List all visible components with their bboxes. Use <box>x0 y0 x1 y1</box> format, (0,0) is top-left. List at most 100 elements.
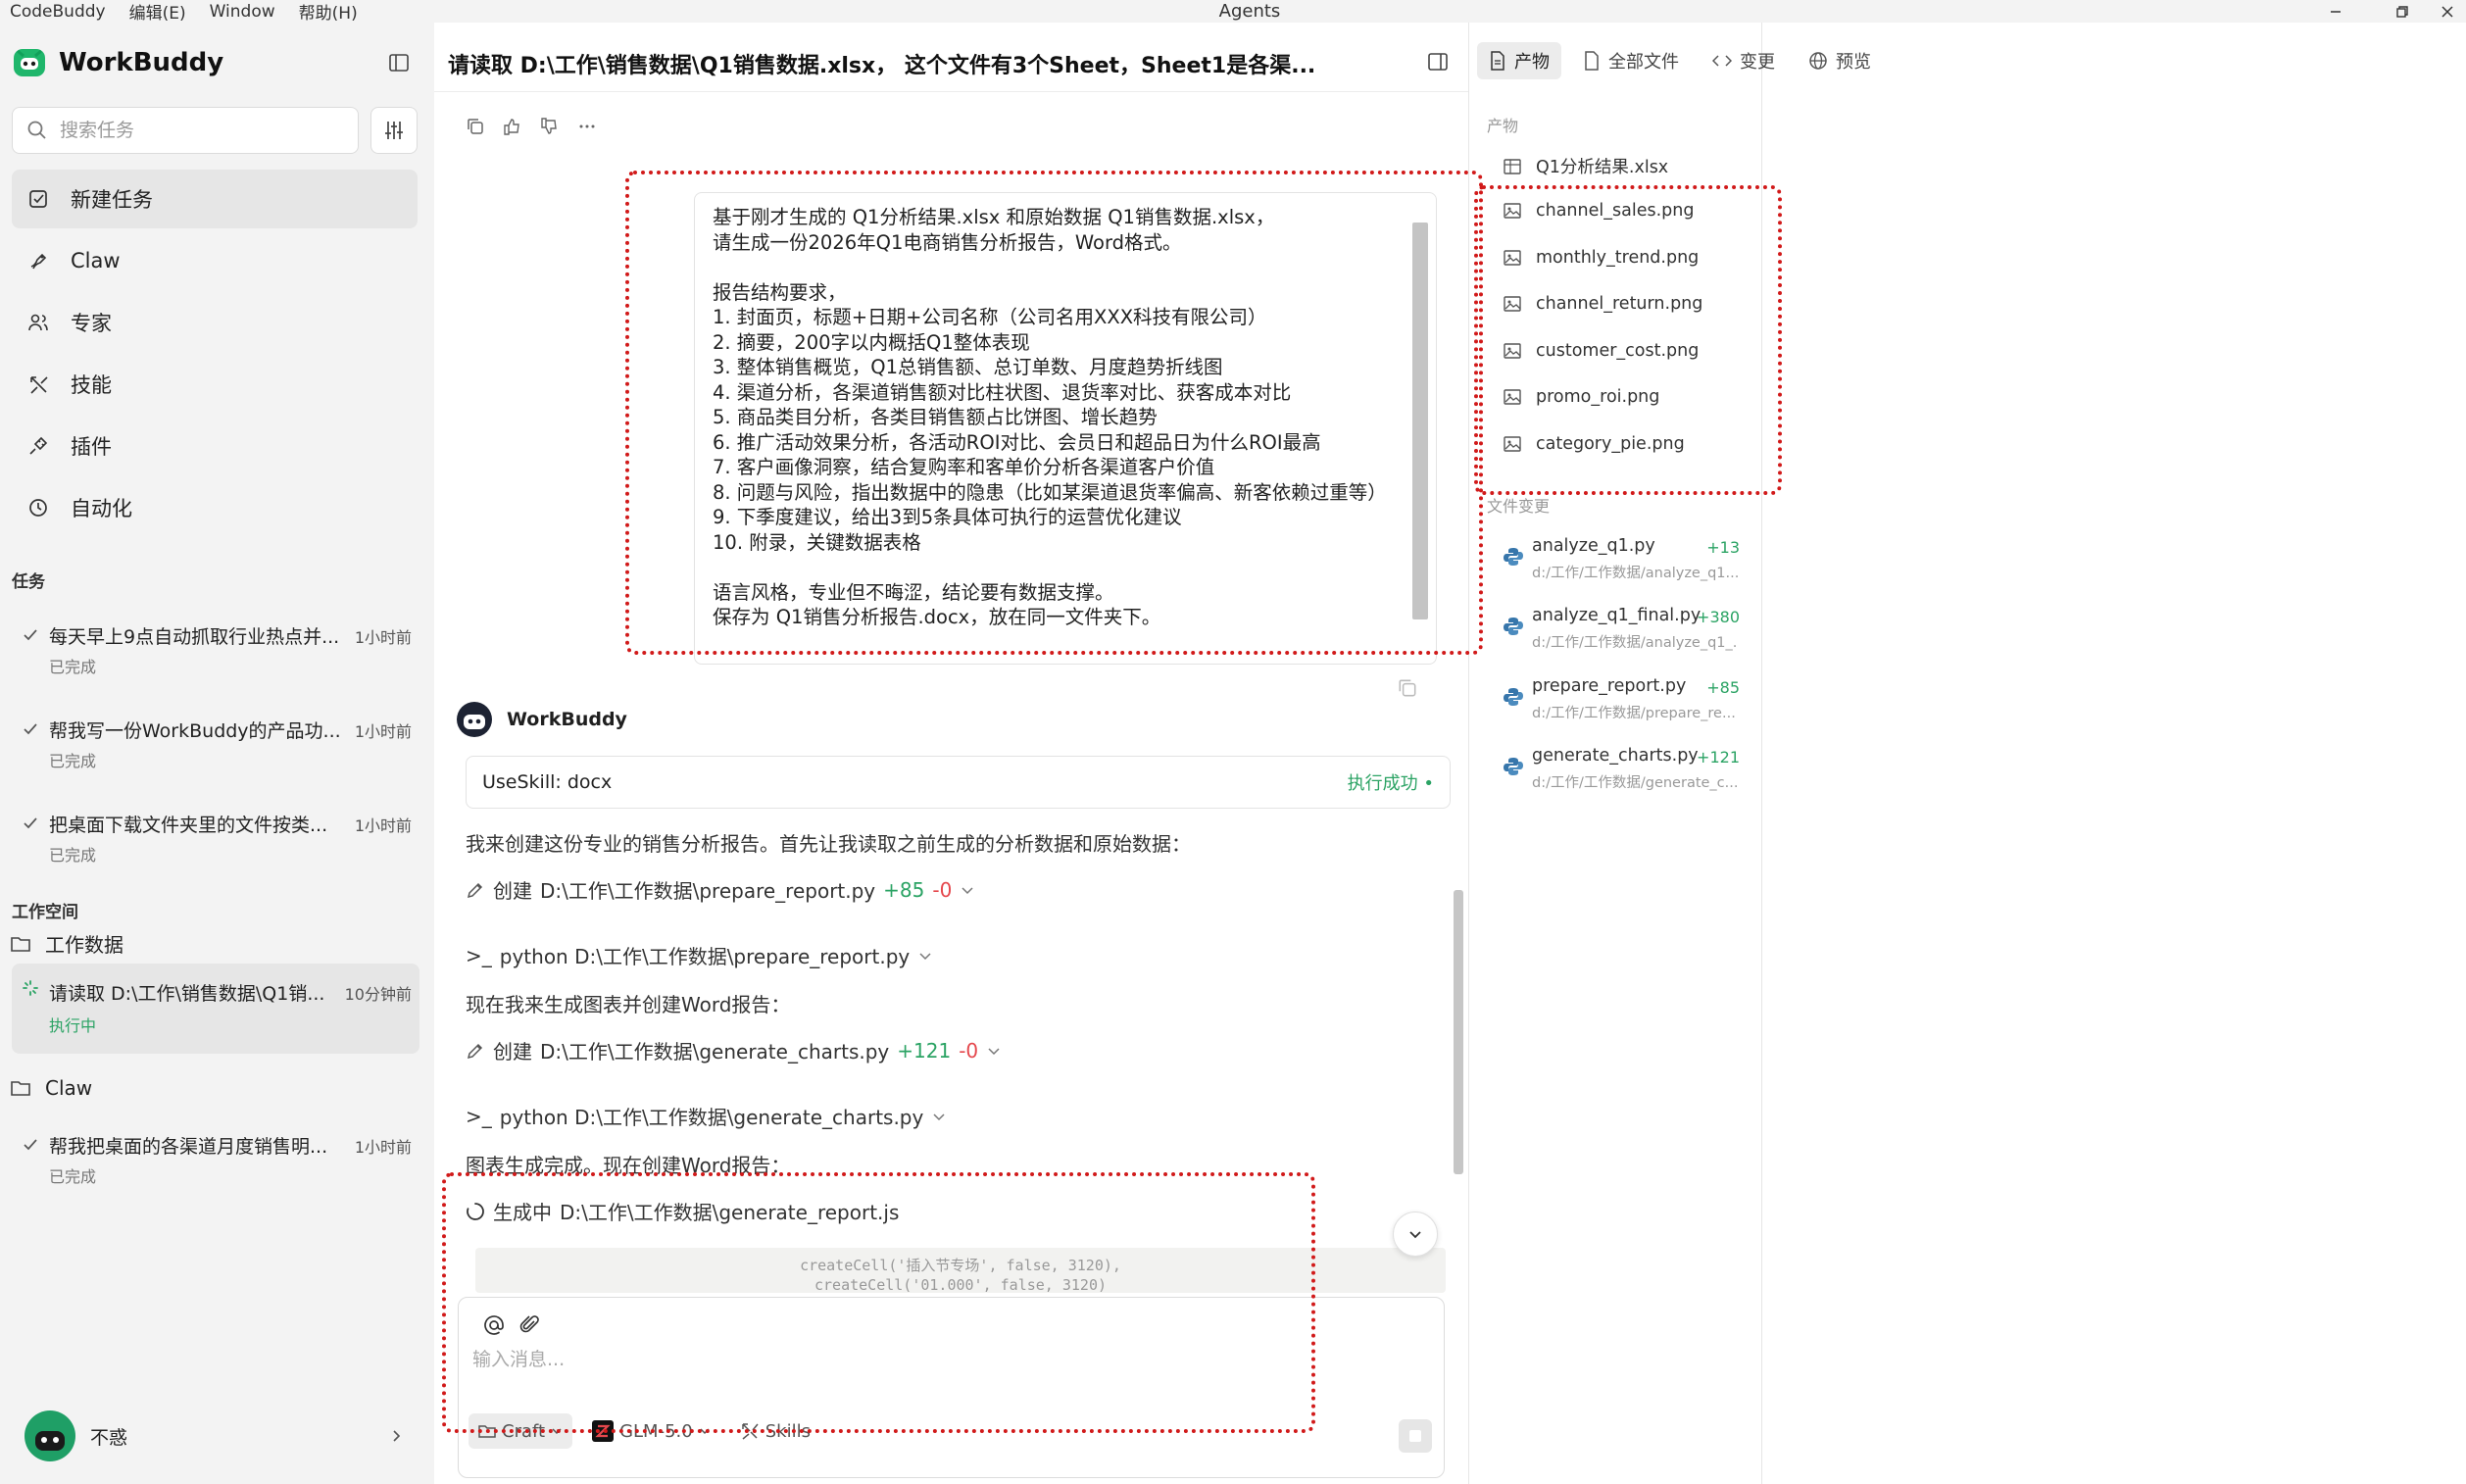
thumbs-up-icon[interactable] <box>503 117 522 136</box>
bot-name: WorkBuddy <box>507 709 627 730</box>
changed-file[interactable]: analyze_q1_final.py +380 d:/工作/工作数据/anal… <box>1503 606 1757 670</box>
model-selector[interactable]: GLM-5.0 <box>582 1413 720 1449</box>
nav-new-task[interactable]: 新建任务 <box>12 170 418 228</box>
claw-icon <box>27 250 49 272</box>
scrollbar[interactable] <box>1412 223 1428 619</box>
task-item[interactable]: 帮我写一份WorkBuddy的产品功... 1小时前 已完成 <box>12 705 419 783</box>
artifact-file[interactable]: monthly_trend.png <box>1503 248 1699 268</box>
lines-added: +13 <box>1706 538 1740 557</box>
nav-experts[interactable]: 专家 <box>12 293 418 352</box>
lines-added: +380 <box>1697 608 1740 626</box>
bot-text: 图表生成完成。现在创建Word报告： <box>466 1154 791 1177</box>
step-prefix: 生成中 <box>493 1201 552 1224</box>
artifacts-section-label: 产物 <box>1487 117 1519 135</box>
changed-file[interactable]: generate_charts.py +121 d:/工作/工作数据/gener… <box>1503 746 1757 811</box>
step-prefix: 创建 <box>493 879 532 903</box>
mode-label: Craft <box>502 1420 546 1442</box>
composer-toolbar: Craft GLM-5.0 Skills <box>469 1413 820 1449</box>
step-path: D:\工作\工作数据\prepare_report.py <box>540 879 876 903</box>
menu-bar: CodeBuddy 编辑(E) Window 帮助(H) <box>10 0 358 25</box>
code-line: createCell('01.000', false, 3120) <box>814 1276 1107 1293</box>
restore-icon[interactable] <box>2392 2 2412 22</box>
message-input[interactable] <box>472 1345 1355 1384</box>
file-create-step[interactable]: 创建 D:\工作\工作数据\prepare_report.py +85 -0 <box>466 875 975 904</box>
task-time: 1小时前 <box>354 722 412 741</box>
sidebar-toggle-icon[interactable] <box>387 51 411 74</box>
nav-skills[interactable]: 技能 <box>12 355 418 414</box>
file-name: channel_sales.png <box>1536 201 1695 221</box>
skills-button[interactable]: Skills <box>730 1413 820 1449</box>
workspace-folder[interactable]: 工作数据 <box>10 929 123 958</box>
terminal-icon: >_ <box>466 1104 492 1128</box>
scroll-to-bottom-button[interactable] <box>1393 1212 1438 1257</box>
menu-window[interactable]: Window <box>210 2 275 22</box>
attach-icon[interactable] <box>518 1313 541 1337</box>
nav-plugins[interactable]: 插件 <box>12 417 418 475</box>
changed-file[interactable]: prepare_report.py +85 d:/工作/工作数据/prepare… <box>1503 676 1757 741</box>
command-step[interactable]: >_ python D:\工作\工作数据\prepare_report.py <box>466 941 933 969</box>
code-icon <box>1712 53 1732 69</box>
nav-label: Claw <box>71 249 121 272</box>
nav-claw[interactable]: Claw <box>12 231 418 290</box>
task-item[interactable]: 每天早上9点自动抓取行业热点并... 1小时前 已完成 <box>12 611 419 689</box>
claw-folder[interactable]: Claw <box>10 1076 92 1100</box>
nav-automation[interactable]: 自动化 <box>12 478 418 537</box>
copy-icon[interactable] <box>466 117 485 136</box>
copy-icon[interactable] <box>1397 677 1418 699</box>
spreadsheet-icon <box>1503 157 1522 176</box>
artifact-file[interactable]: channel_return.png <box>1503 294 1702 314</box>
generating-step: 生成中 D:\工作\工作数据\generate_report.js <box>466 1197 899 1225</box>
filter-button[interactable] <box>370 107 418 154</box>
chevron-down-icon <box>1406 1224 1425 1244</box>
file-name: Q1分析结果.xlsx <box>1536 158 1669 177</box>
user-profile[interactable]: 不惑 <box>24 1410 127 1462</box>
user-message-text: 基于刚才生成的 Q1分析结果.xlsx 和原始数据 Q1销售数据.xlsx， 请… <box>713 206 1387 628</box>
menu-help[interactable]: 帮助(H) <box>299 0 358 24</box>
file-create-step[interactable]: 创建 D:\工作\工作数据\generate_charts.py +121 -0 <box>466 1036 1002 1064</box>
tab-artifacts[interactable]: 产物 <box>1477 42 1561 79</box>
menu-edit[interactable]: 编辑(E) <box>129 0 186 24</box>
artifact-file[interactable]: promo_roi.png <box>1503 387 1659 407</box>
chevron-right-icon[interactable] <box>388 1428 404 1444</box>
thumbs-down-icon[interactable] <box>540 117 560 136</box>
brand-name: WorkBuddy <box>59 48 224 77</box>
task-title: 帮我把桌面的各渠道月度销售明... <box>49 1136 328 1158</box>
tab-changes[interactable]: 变更 <box>1701 42 1787 79</box>
tab-all-files[interactable]: 全部文件 <box>1571 42 1691 79</box>
file-name: analyze_q1_final.py <box>1532 606 1702 625</box>
minimize-icon[interactable] <box>2326 2 2345 22</box>
chat-scrollbar[interactable] <box>1454 890 1463 1174</box>
file-path: d:/工作/工作数据/analyze_q1_... <box>1532 635 1738 651</box>
new-task-icon <box>27 188 49 210</box>
stop-button[interactable] <box>1399 1419 1432 1453</box>
changed-file[interactable]: analyze_q1.py +13 d:/工作/工作数据/analyze_q1.… <box>1503 536 1757 601</box>
task-status: 已完成 <box>49 1167 97 1186</box>
chevron-down-icon <box>551 1425 563 1437</box>
artifact-file[interactable]: category_pie.png <box>1503 434 1685 454</box>
command-step[interactable]: >_ python D:\工作\工作数据\generate_charts.py <box>466 1102 947 1130</box>
close-icon[interactable] <box>2438 2 2457 22</box>
panel-toggle-icon[interactable] <box>1426 50 1450 74</box>
file-path: d:/工作/工作数据/prepare_re... <box>1532 706 1736 721</box>
more-icon[interactable] <box>577 117 597 136</box>
task-item[interactable]: 把桌面下载文件夹里的文件按类... 1小时前 已完成 <box>12 799 419 877</box>
artifact-file[interactable]: Q1分析结果.xlsx <box>1503 154 1668 178</box>
mode-selector[interactable]: Craft <box>469 1413 573 1449</box>
step-command: python D:\工作\工作数据\generate_charts.py <box>499 1106 924 1129</box>
task-title: 每天早上9点自动抓取行业热点并... <box>49 626 340 648</box>
menu-codebuddy[interactable]: CodeBuddy <box>10 2 106 22</box>
artifact-file[interactable]: channel_sales.png <box>1503 201 1694 221</box>
skill-card[interactable]: UseSkill: docx 执行成功 • <box>466 756 1451 809</box>
search-input[interactable] <box>60 120 344 141</box>
lines-added: +121 <box>897 1038 952 1063</box>
task-item-active[interactable]: 请读取 D:\工作\销售数据\Q1销... 10分钟前 执行中 <box>12 964 419 1054</box>
tab-label: 产物 <box>1514 52 1550 73</box>
mention-icon[interactable] <box>482 1313 506 1337</box>
task-item[interactable]: 帮我把桌面的各渠道月度销售明... 1小时前 已完成 <box>12 1120 419 1199</box>
artifact-file[interactable]: customer_cost.png <box>1503 341 1699 361</box>
user-name: 不惑 <box>90 1426 128 1449</box>
message-actions <box>466 117 597 136</box>
tab-preview[interactable]: 预览 <box>1797 42 1883 79</box>
nav-label: 插件 <box>71 435 112 459</box>
task-status: 已完成 <box>49 846 97 865</box>
